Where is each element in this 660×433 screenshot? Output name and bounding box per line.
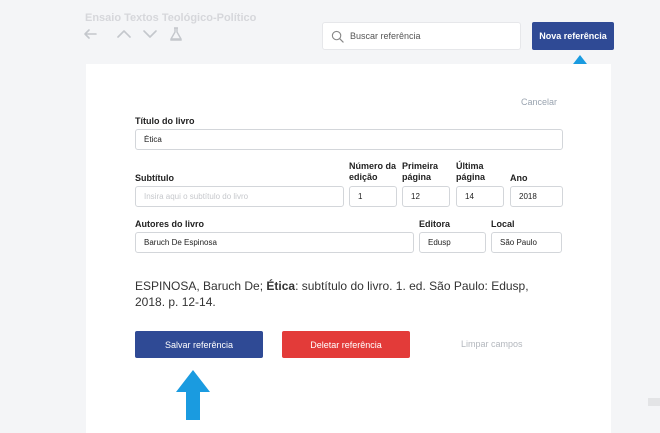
publisher-label: Editora <box>419 219 451 229</box>
authors-input[interactable] <box>135 232 414 253</box>
publisher-input[interactable] <box>419 232 486 253</box>
last-page-label: Última página <box>456 161 486 182</box>
toolbar <box>82 26 184 42</box>
chevron-down-icon[interactable] <box>142 26 158 42</box>
flask-icon[interactable] <box>168 26 184 42</box>
arrow-up-icon <box>176 370 210 420</box>
clear-fields-link[interactable]: Limpar campos <box>461 339 523 349</box>
last-page-input[interactable] <box>456 186 504 207</box>
search-input[interactable] <box>350 31 510 41</box>
document-title: Ensaio Textos Teológico-Político <box>85 12 257 24</box>
location-input[interactable] <box>491 232 562 253</box>
edition-label: Número da edição <box>349 161 397 182</box>
back-arrow-icon[interactable] <box>82 26 98 42</box>
search-icon <box>331 30 344 43</box>
cancel-link[interactable]: Cancelar <box>521 97 557 107</box>
new-reference-button[interactable]: Nova referência <box>532 22 614 50</box>
location-label: Local <box>491 219 515 229</box>
year-input[interactable] <box>510 186 563 207</box>
citation-preview: ESPINOSA, Baruch De; Ética: subtítulo do… <box>135 279 529 309</box>
subtitle-input[interactable] <box>135 186 344 207</box>
chevron-up-icon[interactable] <box>116 26 132 42</box>
scrollbar-thumb[interactable] <box>648 398 660 406</box>
first-page-input[interactable] <box>402 186 450 207</box>
save-reference-button[interactable]: Salvar referência <box>135 331 263 358</box>
subtitle-label: Subtítulo <box>135 173 174 183</box>
search-box[interactable] <box>322 22 521 50</box>
year-label: Ano <box>510 173 528 183</box>
delete-reference-button[interactable]: Deletar referência <box>282 331 410 358</box>
edition-input[interactable] <box>349 186 397 207</box>
book-title-input[interactable] <box>135 129 563 150</box>
authors-label: Autores do livro <box>135 219 205 229</box>
first-page-label: Primeira página <box>402 161 439 182</box>
citation-book-title: Ética <box>266 279 296 293</box>
book-title-label: Título do livro <box>135 116 195 126</box>
